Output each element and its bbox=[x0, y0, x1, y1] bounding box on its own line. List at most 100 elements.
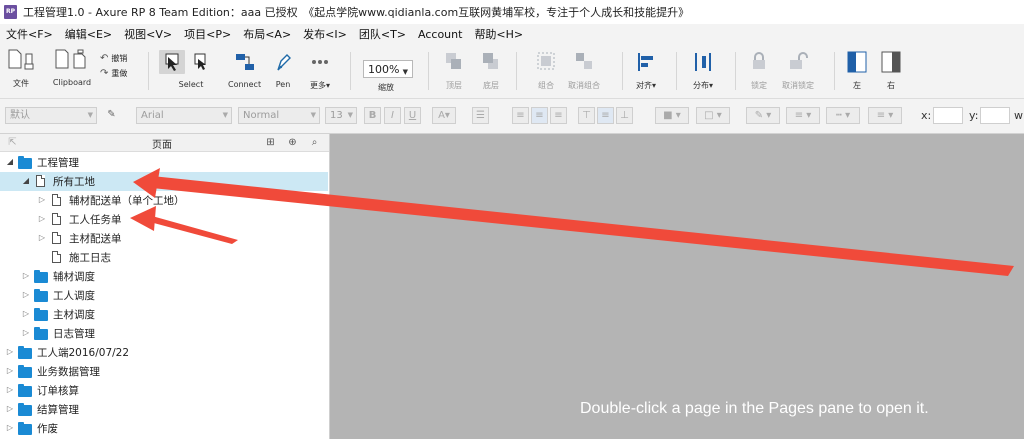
font-color-icon[interactable]: A▾ bbox=[432, 107, 456, 124]
menu-team[interactable]: 团队<T> bbox=[353, 26, 412, 42]
add-folder-icon[interactable]: ⊕ bbox=[286, 136, 299, 149]
right-pane-toggle-button[interactable]: 右 bbox=[880, 50, 902, 91]
expand-arrow-closed-icon[interactable]: ▷ bbox=[22, 309, 30, 318]
expand-arrow-closed-icon[interactable]: ▷ bbox=[6, 347, 14, 356]
font-family-select[interactable]: Arial ▼ bbox=[136, 107, 232, 124]
page-icon bbox=[36, 175, 45, 187]
tree-page-row[interactable]: ▷ 辅材配送单（单个工地） bbox=[0, 191, 328, 210]
bring-to-front-button[interactable]: 顶层 bbox=[443, 50, 465, 91]
shadow-icon[interactable]: □ ▾ bbox=[696, 107, 730, 124]
style-select[interactable]: 默认 ▼ bbox=[5, 107, 97, 124]
tree-folder-row[interactable]: ▷ 主材调度 bbox=[0, 305, 328, 324]
file-button[interactable]: 文件 bbox=[6, 48, 36, 89]
tree-page-row[interactable]: ▷ 工人任务单 bbox=[0, 210, 328, 229]
menu-project[interactable]: 项目<P> bbox=[178, 26, 237, 42]
align-text-left-icon[interactable]: ≡ bbox=[512, 107, 529, 124]
tree-folder-row[interactable]: ▷ 业务数据管理 bbox=[0, 362, 328, 381]
expand-arrow-closed-icon[interactable]: ▷ bbox=[6, 423, 14, 432]
expand-arrow-open-icon[interactable]: ◢ bbox=[22, 176, 30, 185]
collapse-pane-icon[interactable]: ⇱ bbox=[6, 136, 19, 149]
expand-arrow-closed-icon[interactable]: ▷ bbox=[6, 366, 14, 375]
x-input[interactable] bbox=[933, 107, 963, 124]
expand-arrow-closed-icon[interactable]: ▷ bbox=[22, 290, 30, 299]
menu-file[interactable]: 文件<F> bbox=[0, 26, 59, 42]
select-tool-button[interactable]: Select bbox=[158, 50, 208, 89]
clipboard-label: Clipboard bbox=[52, 78, 92, 87]
bullet-list-icon[interactable]: ☰ bbox=[472, 107, 489, 124]
select-tool-icon bbox=[159, 50, 206, 74]
expand-arrow-closed-icon[interactable]: ▷ bbox=[6, 385, 14, 394]
tree-folder-row[interactable]: ▷ 辅材调度 bbox=[0, 267, 328, 286]
undo-icon: ↶ bbox=[100, 53, 109, 64]
more-label: 更多▾ bbox=[310, 81, 331, 90]
expand-arrow-open-icon[interactable]: ◢ bbox=[6, 157, 14, 166]
undo-button[interactable]: ↶ 撤销 bbox=[100, 53, 127, 64]
unlock-button[interactable]: 取消锁定 bbox=[782, 50, 814, 91]
send-to-back-button[interactable]: 底层 bbox=[480, 50, 502, 91]
expand-arrow-closed-icon[interactable]: ▷ bbox=[38, 233, 46, 242]
underline-button[interactable]: U bbox=[404, 107, 421, 124]
menu-edit[interactable]: 编辑<E> bbox=[59, 26, 118, 42]
line-color-icon[interactable]: ✎ ▾ bbox=[746, 107, 780, 124]
align-text-right-icon[interactable]: ≡ bbox=[550, 107, 567, 124]
tree-folder-row[interactable]: ▷ 工人调度 bbox=[0, 286, 328, 305]
add-page-icon[interactable]: ⊞ bbox=[264, 136, 277, 149]
expand-arrow-closed-icon[interactable]: ▷ bbox=[38, 214, 46, 223]
menu-view[interactable]: 视图<V> bbox=[118, 26, 178, 42]
tree-item-label: 订单核算 bbox=[37, 385, 79, 397]
group-button[interactable]: 组合 bbox=[535, 50, 557, 91]
align-text-center-icon[interactable]: ≡ bbox=[531, 107, 548, 124]
distribute-button[interactable]: 分布▾ bbox=[692, 50, 714, 91]
send-to-back-label: 底层 bbox=[483, 81, 499, 90]
ungroup-button[interactable]: 取消组合 bbox=[568, 50, 600, 91]
style-editor-icon[interactable]: ✎ bbox=[103, 107, 120, 124]
pages-pane-title: 页面 bbox=[152, 140, 172, 151]
pages-pane-header: ⇱ 页面 ⊞ ⊕ ⌕ bbox=[0, 134, 329, 152]
connect-tool-button[interactable]: Connect bbox=[228, 50, 261, 89]
tree-folder-row[interactable]: ▷ 日志管理 bbox=[0, 324, 328, 343]
expand-arrow-closed-icon[interactable]: ▷ bbox=[38, 195, 46, 204]
clipboard-button[interactable]: Clipboard bbox=[52, 48, 92, 87]
italic-button[interactable]: I bbox=[384, 107, 401, 124]
select-label: Select bbox=[178, 80, 204, 89]
tree-page-row[interactable]: ◢ 所有工地 bbox=[0, 172, 328, 191]
lock-button[interactable]: 锁定 bbox=[748, 50, 770, 91]
redo-button[interactable]: ↷ 重做 bbox=[100, 68, 127, 79]
bold-button[interactable]: B bbox=[364, 107, 381, 124]
align-text-middle-icon[interactable]: ≡ bbox=[597, 107, 614, 124]
left-pane-toggle-button[interactable]: 左 bbox=[846, 50, 868, 91]
align-text-top-icon[interactable]: ⊤ bbox=[578, 107, 595, 124]
expand-arrow-closed-icon[interactable]: ▷ bbox=[22, 271, 30, 280]
search-icon[interactable]: ⌕ bbox=[308, 136, 321, 149]
redo-icon: ↷ bbox=[100, 68, 109, 79]
tree-folder-row[interactable]: ◢ 工程管理 bbox=[0, 153, 328, 172]
fill-color-icon[interactable]: ■ ▾ bbox=[655, 107, 689, 124]
tree-folder-row[interactable]: ▷ 订单核算 bbox=[0, 381, 328, 400]
arrow-style-icon[interactable]: ≡ ▾ bbox=[868, 107, 902, 124]
tree-page-row[interactable]: 施工日志 bbox=[0, 248, 328, 267]
more-tools-button[interactable]: 更多▾ bbox=[310, 50, 330, 91]
menu-account[interactable]: Account bbox=[412, 28, 468, 41]
menu-help[interactable]: 帮助<H> bbox=[468, 26, 529, 42]
menu-arrange[interactable]: 布局<A> bbox=[237, 26, 297, 42]
align-button[interactable]: 对齐▾ bbox=[635, 50, 657, 91]
align-text-bottom-icon[interactable]: ⊥ bbox=[616, 107, 633, 124]
line-width-icon[interactable]: ≡ ▾ bbox=[786, 107, 820, 124]
menu-publish[interactable]: 发布<I> bbox=[297, 26, 353, 42]
tree-folder-row[interactable]: ▷ 结算管理 bbox=[0, 400, 328, 419]
tree-folder-row[interactable]: ▷ 工人端2016/07/22 bbox=[0, 343, 328, 362]
y-input[interactable] bbox=[980, 107, 1010, 124]
tree-folder-row[interactable]: ▷ 作废 bbox=[0, 419, 328, 438]
line-style-icon[interactable]: ┅ ▾ bbox=[826, 107, 860, 124]
zoom-select[interactable]: 100% ▼ bbox=[363, 60, 413, 78]
expand-arrow-closed-icon[interactable]: ▷ bbox=[22, 328, 30, 337]
pen-tool-button[interactable]: Pen bbox=[274, 50, 292, 89]
font-weight-select[interactable]: Normal ▼ bbox=[238, 107, 320, 124]
font-size-select[interactable]: 13 ▼ bbox=[325, 107, 357, 124]
toolbar-separator bbox=[622, 52, 623, 90]
tree-page-row[interactable]: ▷ 主材配送单 bbox=[0, 229, 328, 248]
folder-icon bbox=[18, 384, 32, 397]
design-canvas[interactable]: Double-click a page in the Pages pane to… bbox=[330, 134, 1024, 439]
expand-arrow-closed-icon[interactable]: ▷ bbox=[6, 404, 14, 413]
group-icon bbox=[537, 52, 555, 70]
